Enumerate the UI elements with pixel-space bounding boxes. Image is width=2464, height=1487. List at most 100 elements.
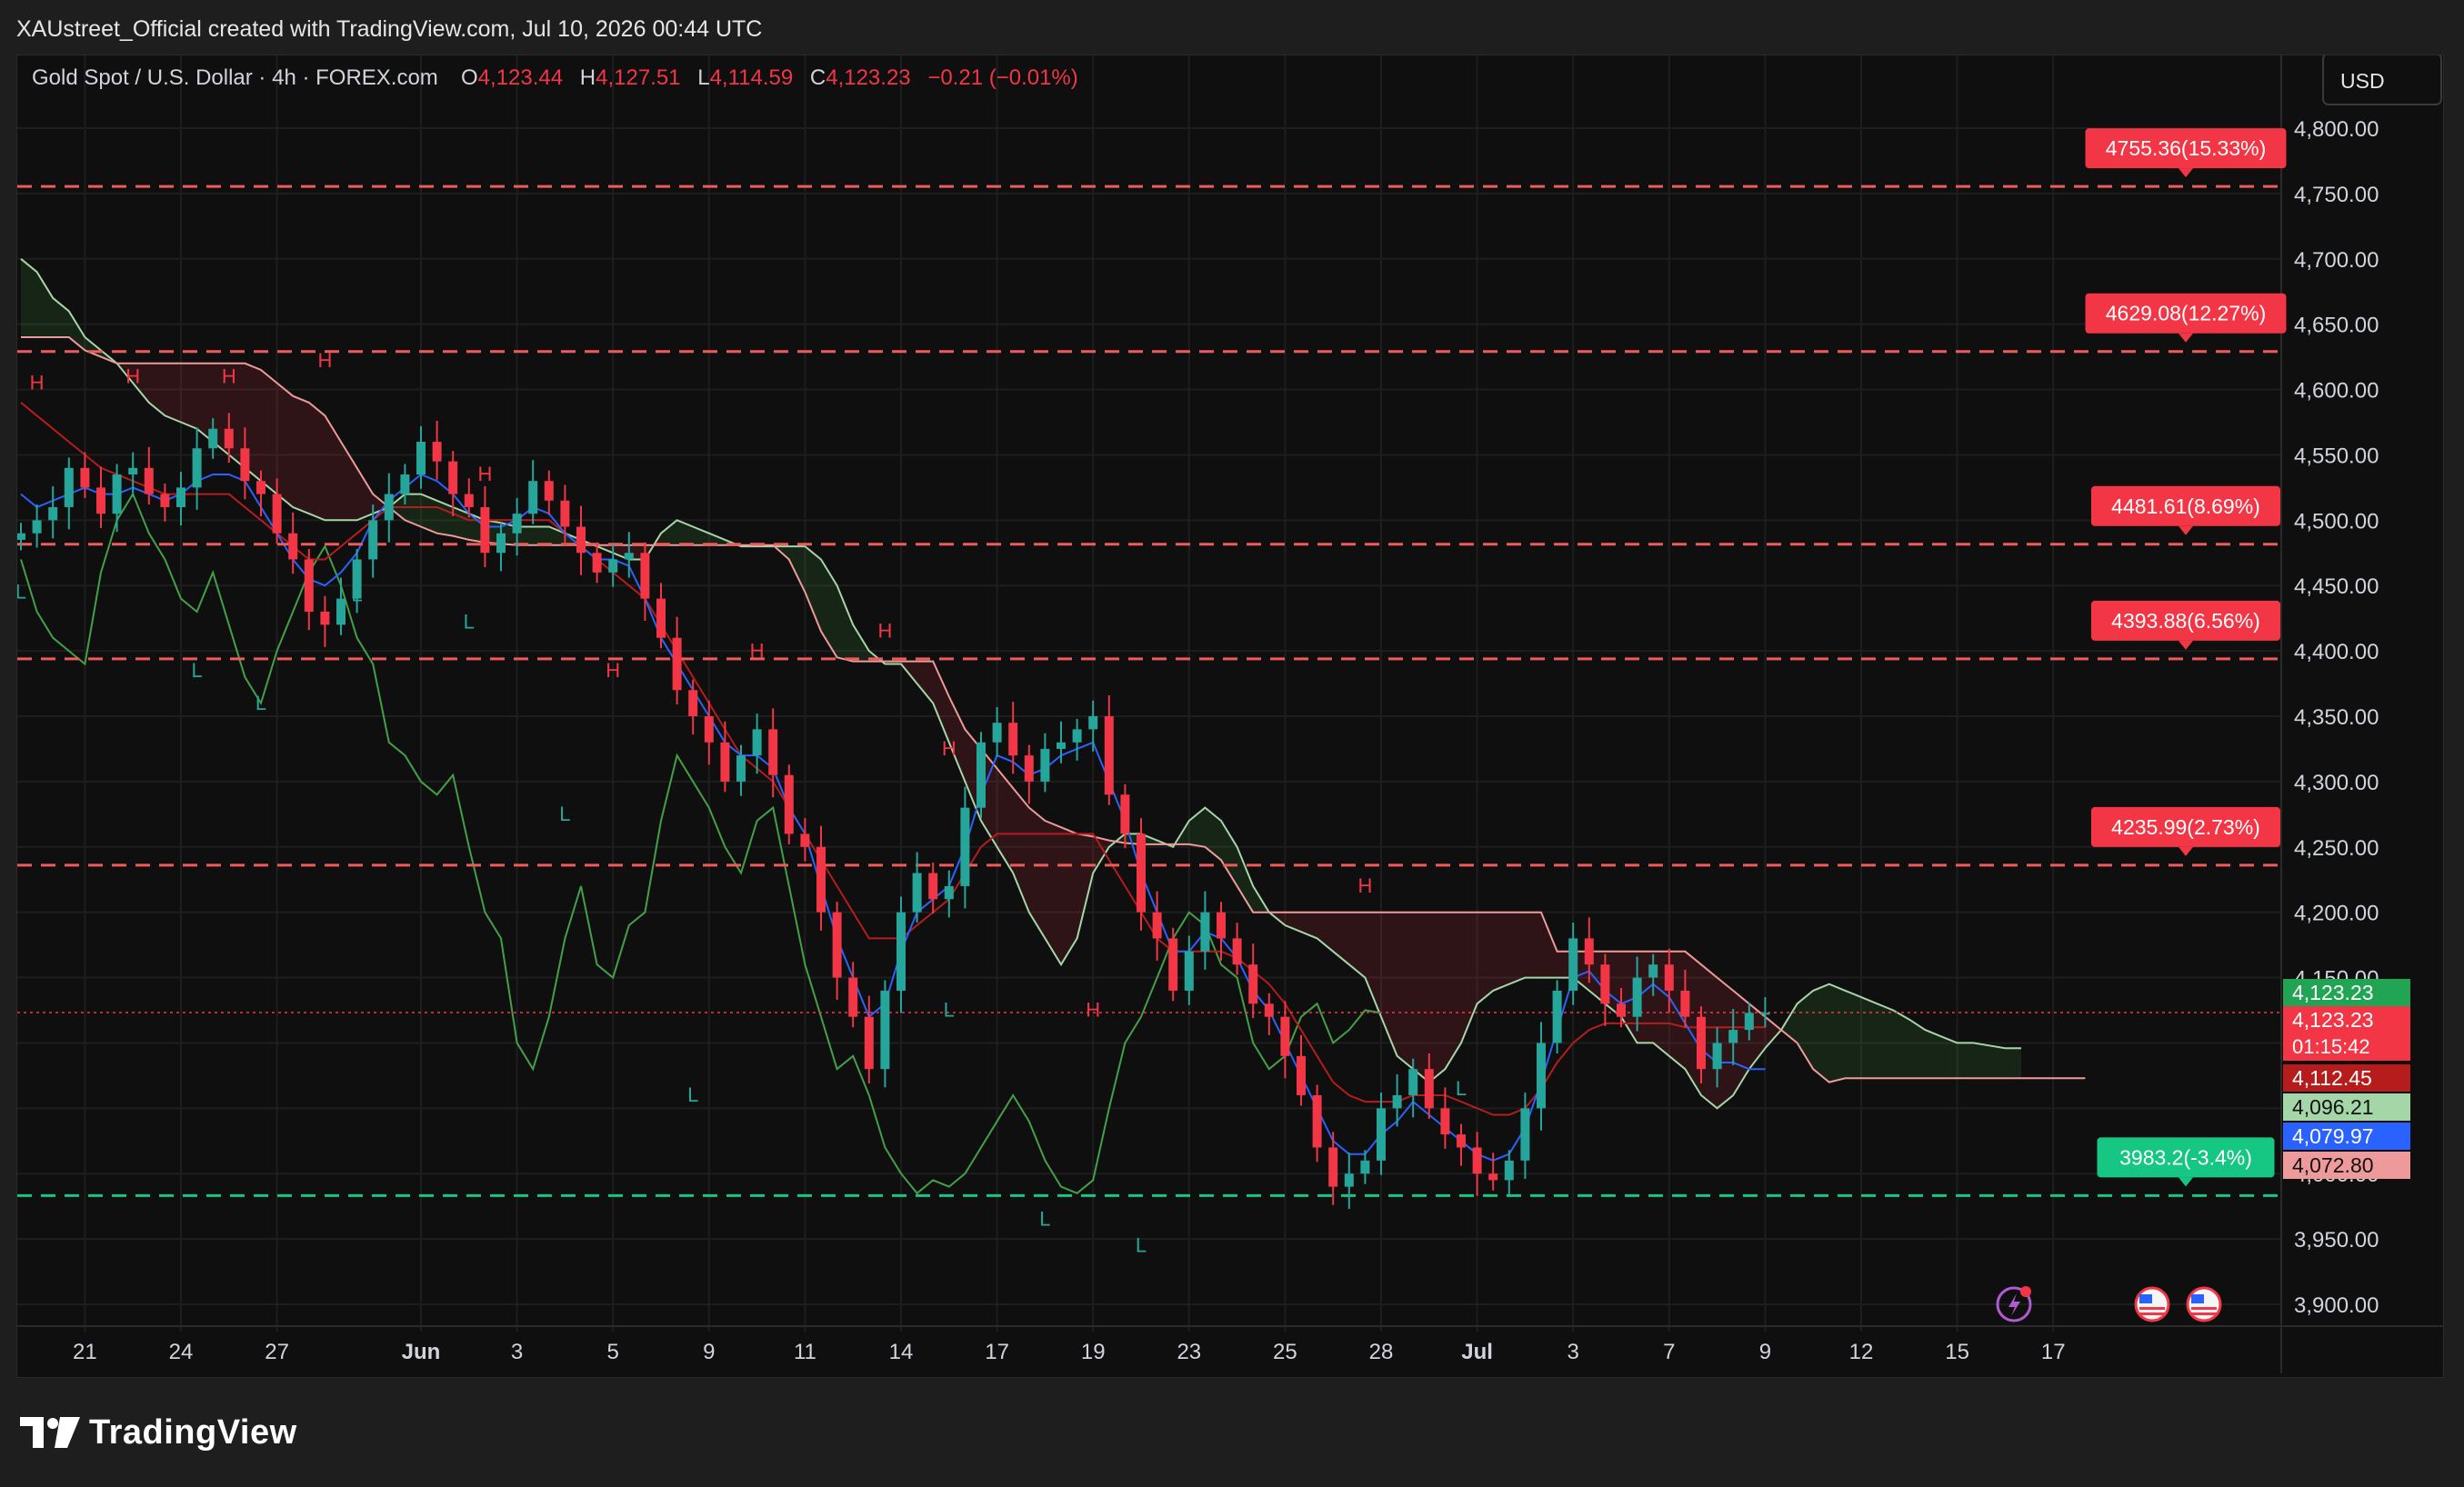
- candle-body: [1360, 1160, 1370, 1174]
- candle-body: [96, 487, 105, 514]
- time-axis-label: 15: [1945, 1340, 1969, 1364]
- candle-body: [912, 873, 922, 913]
- legend-open-label: O: [461, 65, 478, 90]
- price-axis-tick: 4,300.00: [2294, 771, 2379, 795]
- price-tag-value: 4,112.45: [2292, 1066, 2372, 1090]
- candle-body: [1632, 977, 1642, 1017]
- time-axis-label: 9: [1759, 1340, 1771, 1364]
- candle-body: [416, 442, 426, 475]
- candle-body: [1424, 1069, 1434, 1109]
- price-chart[interactable]: 4755.36(15.33%) 4629.08(12.27%) 4481.61(8.…: [15, 53, 2443, 1377]
- candle-body: [1504, 1160, 1514, 1181]
- candle-body: [208, 428, 218, 449]
- price-axis-tick: 4,750.00: [2294, 183, 2379, 207]
- candle-body: [256, 481, 265, 494]
- candle-body: [1392, 1094, 1402, 1109]
- cloud-segment: [1205, 807, 1221, 861]
- price-axis-tick: 4,200.00: [2294, 902, 2379, 926]
- cloud-segment: [661, 520, 677, 545]
- cloud-segment: [1508, 912, 1526, 984]
- candle-body: [1057, 742, 1066, 749]
- candle-body: [1584, 938, 1594, 965]
- candle-body: [192, 448, 202, 488]
- grid: [17, 55, 2443, 1373]
- pivot-label: L: [1136, 1233, 1147, 1256]
- candle-body: [704, 716, 714, 743]
- cloud-segment: [1845, 990, 1861, 1079]
- candle-body: [1728, 1030, 1738, 1043]
- time-axis-label: 25: [1273, 1340, 1297, 1364]
- cloud-segment: [1973, 1043, 1989, 1079]
- time-axis-label: 9: [703, 1340, 715, 1364]
- time-axis-label: 5: [607, 1340, 619, 1364]
- candle-body: [944, 885, 954, 900]
- candle-body: [1217, 912, 1226, 939]
- tradingview-logo-text: TradingView: [89, 1412, 297, 1452]
- candle-body: [1120, 794, 1130, 834]
- candle-body: [432, 442, 442, 462]
- candle-body: [816, 846, 826, 913]
- price-level-label: 4481.61(8.69%): [2111, 494, 2260, 518]
- cloud-segment: [148, 363, 165, 416]
- candle-body: [977, 742, 986, 808]
- chart-header-title: XAUstreet_Official created with TradingV…: [16, 16, 763, 42]
- time-axis-label: 24: [169, 1340, 194, 1364]
- legend-ohlc: O4,123.44 H4,127.51 L4,114.59 C4,123.23 …: [461, 65, 1078, 90]
- candle-body: [1600, 964, 1610, 1004]
- candle-body: [1168, 938, 1178, 991]
- candle-body: [240, 448, 250, 482]
- candle-body: [864, 1016, 874, 1070]
- price-level-label: 4393.88(6.56%): [2111, 609, 2260, 633]
- candle-body: [656, 598, 666, 638]
- cloud-segment: [1477, 912, 1494, 1004]
- price-tag-value: 4,123.23: [2292, 1008, 2374, 1032]
- candle-body: [1008, 723, 1018, 756]
- candle-body: [1312, 1094, 1322, 1148]
- time-axis-label: 21: [73, 1340, 97, 1364]
- legend-symbol: Gold Spot / U.S. Dollar · 4h · FOREX.com: [32, 65, 438, 90]
- tradingview-logo[interactable]: TradingView: [20, 1407, 297, 1458]
- time-axis-label: 7: [1663, 1340, 1675, 1364]
- legend-high-label: H: [580, 65, 596, 90]
- candle-body: [736, 755, 746, 782]
- candle-body: [1568, 938, 1578, 991]
- legend-low-value: 4,114.59: [710, 65, 794, 90]
- candle-body: [496, 533, 506, 554]
- candle-body: [1024, 755, 1034, 782]
- candle-body: [336, 598, 346, 625]
- price-levels: 4755.36(15.33%) 4629.08(12.27%) 4481.61(8.…: [17, 128, 2287, 1197]
- time-axis-label: 17: [2041, 1340, 2066, 1364]
- cloud-segment: [1877, 1003, 1894, 1079]
- legend-change: −0.21 (−0.01%): [927, 65, 1077, 90]
- pivot-label: H: [942, 737, 957, 760]
- time-axis-label: Jun: [402, 1340, 441, 1364]
- candle-body: [400, 474, 410, 494]
- candle-body: [1457, 1134, 1466, 1148]
- pivot-label: L: [255, 692, 266, 714]
- candle-body: [528, 481, 538, 514]
- price-level-badge-pointer: [2179, 640, 2193, 650]
- currency-button-label: USD: [2340, 69, 2385, 93]
- price-tag-value: 4,096.21: [2292, 1095, 2374, 1119]
- cloud-segment: [165, 363, 181, 423]
- candle-body: [320, 611, 330, 625]
- candle-body: [384, 494, 394, 521]
- conversion-line: [20, 473, 1766, 1162]
- price-tag-value: 4,123.23: [2292, 981, 2374, 1004]
- pivot-label: L: [1456, 1077, 1467, 1100]
- candle-body: [992, 723, 1002, 743]
- candle-body: [1232, 938, 1242, 965]
- currency-button[interactable]: USD: [2322, 53, 2442, 105]
- cloud-segment: [261, 369, 277, 494]
- candle-body: [1328, 1147, 1338, 1187]
- cloud-segment: [1365, 912, 1381, 1017]
- cloud-segment: [36, 272, 54, 338]
- candle-body: [832, 912, 842, 978]
- chart-frame[interactable]: 4755.36(15.33%) 4629.08(12.27%) 4481.61(8.…: [15, 53, 2444, 1378]
- pivot-label: H: [125, 364, 140, 387]
- time-axis-label: 28: [1369, 1340, 1394, 1364]
- price-axis-tick: 4,400.00: [2294, 640, 2379, 664]
- candle-body: [960, 807, 970, 886]
- pivot-label: H: [30, 372, 45, 394]
- candle-body: [1744, 1013, 1754, 1031]
